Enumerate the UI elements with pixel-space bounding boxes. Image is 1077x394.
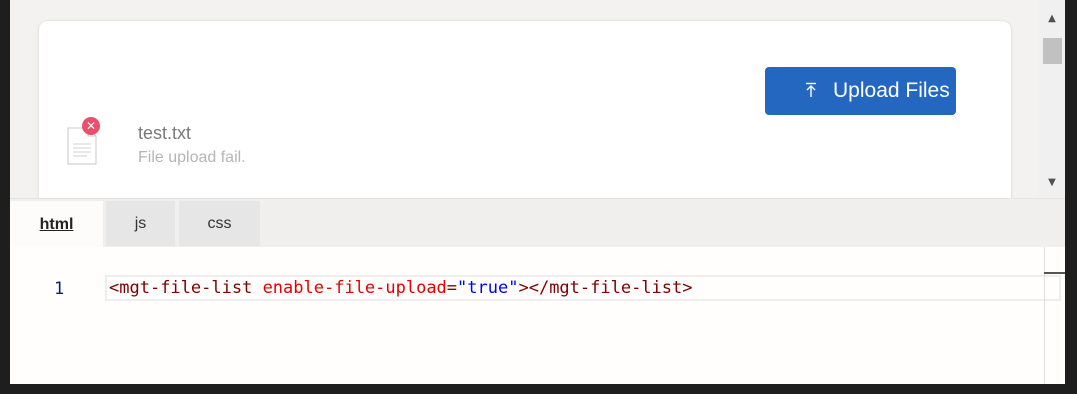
- code-editor[interactable]: 1 <mgt-file-list enable-file-upload="tru…: [10, 247, 1065, 384]
- tab-css[interactable]: css: [179, 201, 260, 246]
- code-tabs: html js css: [10, 198, 1065, 248]
- error-x-icon: ✕: [82, 117, 100, 135]
- token-equals: =: [446, 278, 458, 298]
- line-number: 1: [54, 279, 65, 299]
- token-value: "true": [457, 278, 519, 298]
- editor-scrollbar[interactable]: [1044, 247, 1045, 384]
- token-tag-open: mgt-file-list: [119, 278, 253, 298]
- upload-files-button[interactable]: Upload Files: [765, 67, 956, 115]
- file-list-item[interactable]: ✕ test.txt File upload fail.: [63, 117, 463, 187]
- file-status: File upload fail.: [138, 149, 246, 166]
- token-close-open: ></: [518, 278, 550, 298]
- token-tag-close: mgt-file-list: [549, 278, 683, 298]
- scroll-down-arrow-icon[interactable]: ▼: [1039, 174, 1065, 192]
- file-list-card: Upload Files ✕ test.txt File upload fail…: [38, 20, 1012, 198]
- upload-files-label: Upload Files: [833, 79, 950, 102]
- code-sample-frame: Upload Files ✕ test.txt File upload fail…: [10, 0, 1065, 384]
- scrollbar-thumb[interactable]: [1043, 38, 1062, 64]
- upload-icon: [791, 82, 831, 101]
- editor-cursor-marker: [1044, 272, 1065, 274]
- token-end: >: [682, 278, 693, 298]
- preview-scrollbar[interactable]: ▲ ▼: [1039, 0, 1065, 198]
- preview-pane: Upload Files ✕ test.txt File upload fail…: [10, 0, 1065, 198]
- cut-off-heading: [170, 0, 770, 6]
- token-open-bracket: <: [109, 278, 120, 298]
- token-attribute: enable-file-upload: [262, 278, 447, 298]
- code-line[interactable]: <mgt-file-list enable-file-upload="true"…: [105, 275, 1061, 301]
- tab-html[interactable]: html: [10, 201, 103, 248]
- scroll-up-arrow-icon[interactable]: ▲: [1039, 10, 1065, 28]
- tab-js[interactable]: js: [106, 201, 175, 246]
- file-name: test.txt: [138, 123, 192, 143]
